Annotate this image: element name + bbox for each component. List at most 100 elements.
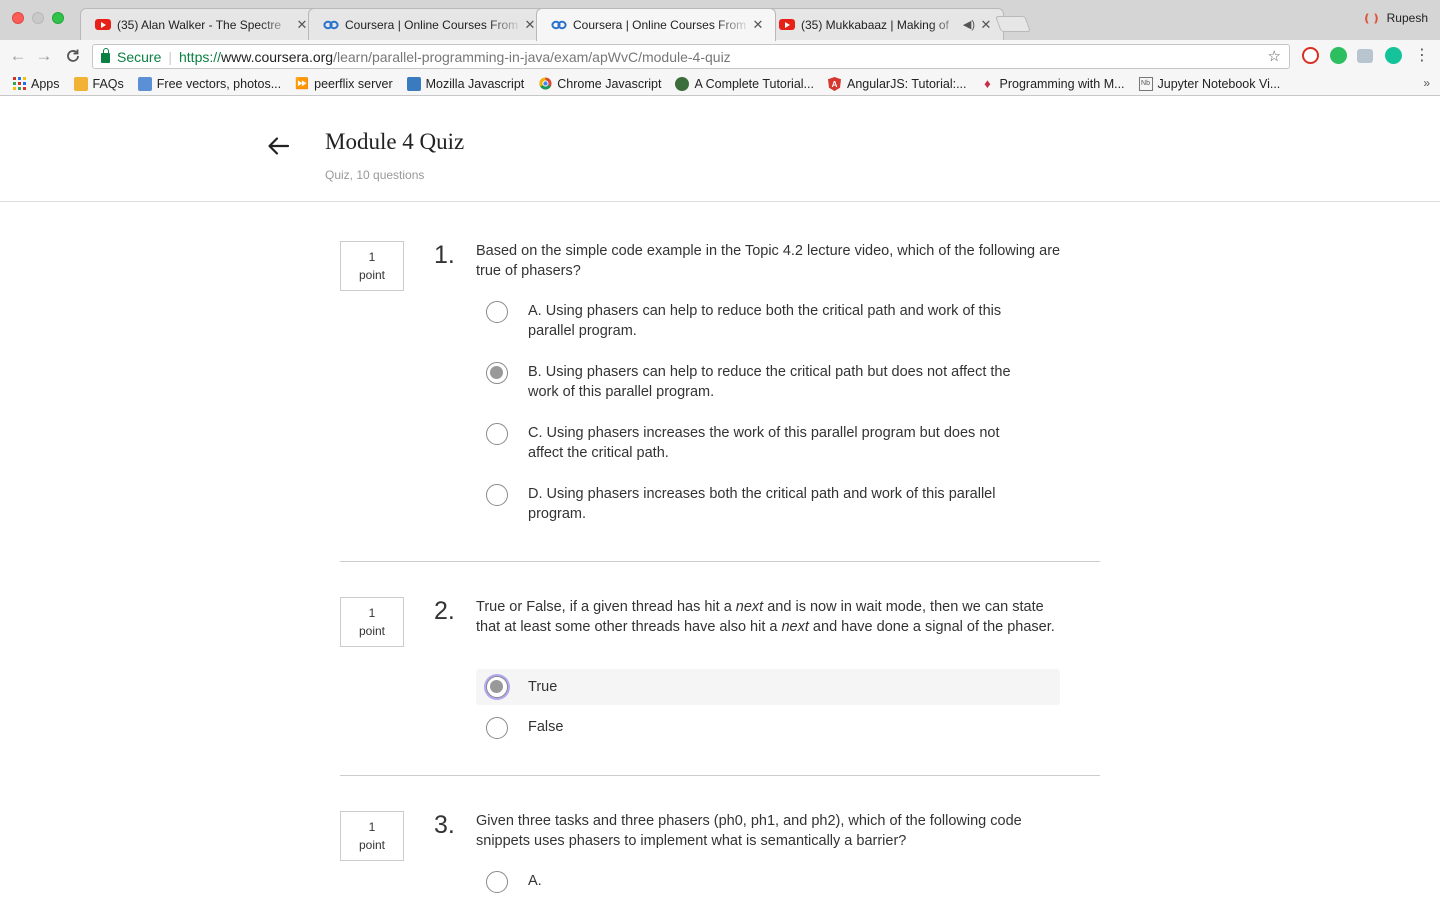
coursera-icon (323, 17, 339, 33)
url-scheme: https:// (179, 48, 222, 65)
lock-icon (101, 47, 110, 63)
forward-icon[interactable]: → (34, 46, 54, 66)
radio-button[interactable] (486, 871, 508, 893)
bookmark-label: FAQs (92, 76, 124, 91)
speaker-icon[interactable]: ◀) (963, 18, 975, 31)
tab-close-icon[interactable]: ✕ (523, 17, 537, 33)
globe-icon (675, 76, 690, 91)
youtube-icon (779, 17, 795, 33)
bookmark-peerflix[interactable]: ⏩ peerflix server (295, 76, 393, 91)
tab-close-icon[interactable]: ✕ (751, 17, 765, 33)
browser-tab[interactable]: (35) Mukkabaaz | Making of ◀) ✕ (764, 8, 1004, 40)
radio-button[interactable] (486, 423, 508, 445)
angular-icon: A (828, 76, 842, 91)
url-path: /learn/parallel-programming-in-java/exam… (333, 48, 731, 65)
browser-tab-active[interactable]: Coursera | Online Courses From ✕ (536, 8, 776, 41)
question-text: Given three tasks and three phasers (ph0… (476, 813, 1022, 849)
extension-icon[interactable] (1302, 47, 1319, 64)
question-text-part: True or False, if a given thread has hit… (476, 599, 736, 615)
url-host: www.coursera.org (221, 48, 334, 65)
browser-tab[interactable]: Coursera | Online Courses From ✕ (308, 8, 548, 40)
points-unit: point (358, 838, 386, 852)
bookmark-programming-with[interactable]: ♦ Programming with M... (981, 76, 1125, 91)
grammarly-icon[interactable] (1385, 47, 1402, 64)
radio-button-checked[interactable] (486, 676, 508, 698)
tab-title: (35) Alan Walker - The Spectre (117, 17, 282, 32)
points-value: 1 (368, 250, 376, 264)
address-bar[interactable]: Secure | https://www.coursera.org/learn/… (92, 44, 1290, 69)
points-unit: point (358, 624, 386, 638)
apps-grid-icon (12, 77, 26, 91)
window-zoom-button[interactable] (52, 12, 64, 24)
page-subtitle: Quiz, 10 questions (325, 168, 425, 182)
bookmark-label: peerflix server (314, 76, 393, 91)
question-2: 1 point 2. True or False, if a given thr… (340, 597, 1100, 757)
bookmark-label: Mozilla Javascript (425, 76, 525, 91)
question-text: Based on the simple code example in the … (476, 243, 1061, 279)
option-label: A. Using phasers can help to reduce both… (528, 303, 1002, 339)
answer-option-false[interactable]: False (476, 717, 1060, 739)
bookmark-jupyter[interactable]: Nb Jupyter Notebook Vi... (1138, 76, 1280, 91)
box-icon (73, 76, 88, 91)
page-title: Module 4 Quiz (325, 129, 465, 154)
satellite-icon[interactable] (1357, 49, 1373, 63)
tab-title: Coursera | Online Courses From (573, 18, 747, 32)
back-arrow-icon[interactable] (266, 133, 292, 159)
profile-button[interactable]: ❪❫ Rupesh (1362, 11, 1428, 25)
answer-option-d[interactable]: D. Using phasers increases both the crit… (476, 484, 1060, 524)
bookmark-chrome-javascript[interactable]: Chrome Javascript (538, 77, 661, 91)
question-1: 1 point 1. Based on the simple code exam… (340, 241, 1100, 541)
bookmark-complete-tutorial[interactable]: A Complete Tutorial... (675, 76, 814, 91)
bookmark-label: AngularJS: Tutorial:... (846, 76, 967, 91)
answer-option-c[interactable]: C. Using phasers increases the work of t… (476, 423, 1060, 463)
points-box: 1 point (340, 597, 404, 647)
tab-close-icon[interactable]: ✕ (295, 17, 309, 33)
radio-button[interactable] (486, 484, 508, 506)
option-label: D. Using phasers increases both the crit… (528, 486, 996, 522)
answer-option-b[interactable]: B. Using phasers can help to reduce the … (476, 362, 1060, 402)
tab-close-icon[interactable]: ✕ (979, 17, 993, 33)
bookmark-label: A Complete Tutorial... (694, 76, 814, 91)
answer-option-a[interactable]: A. Using phasers can help to reduce both… (476, 301, 1060, 341)
question-divider (340, 775, 1100, 776)
radio-button-checked[interactable] (486, 362, 508, 384)
evernote-icon[interactable] (1330, 47, 1347, 64)
quiz-header: Module 4 Quiz Quiz, 10 questions (0, 97, 1440, 202)
new-tab-button[interactable] (995, 16, 1031, 32)
bookmark-star-icon[interactable]: ☆ (1268, 47, 1281, 65)
question-text-emphasis: next (735, 599, 764, 615)
secure-label: Secure (117, 48, 162, 65)
gem-icon: ♦ (984, 76, 991, 91)
bookmark-apps[interactable]: Apps (12, 77, 60, 91)
browser-tab[interactable]: (35) Alan Walker - The Spectre ✕ (80, 8, 320, 40)
radio-button[interactable] (486, 301, 508, 323)
bookmark-faqs[interactable]: FAQs (73, 76, 124, 91)
bookmark-label: Apps (31, 76, 60, 91)
mozilla-icon (406, 76, 421, 91)
bookmark-angularjs[interactable]: A AngularJS: Tutorial:... (828, 76, 967, 91)
window-minimize-button[interactable] (32, 12, 44, 24)
answer-option-a[interactable]: A. (476, 871, 1060, 893)
points-box: 1 point (340, 241, 404, 291)
question-text-part: and have done a signal of the phaser. (808, 619, 1055, 635)
question-text: True or False, if a given thread has hit… (476, 597, 1066, 637)
answer-option-true[interactable]: True (476, 669, 1060, 705)
bookmark-label: Chrome Javascript (557, 76, 662, 91)
question-text-emphasis: next (781, 619, 809, 635)
reload-icon[interactable] (63, 46, 83, 66)
bookmark-label: Free vectors, photos... (156, 76, 282, 91)
coursera-icon (551, 17, 567, 33)
window-close-button[interactable] (12, 12, 24, 24)
bookmark-label: Programming with M... (999, 76, 1125, 91)
radio-button[interactable] (486, 717, 508, 739)
bookmarks-overflow-icon[interactable]: » (1423, 76, 1430, 90)
points-unit: point (358, 268, 386, 282)
fast-forward-icon: ⏩ (295, 78, 309, 90)
notebook-icon: Nb (1138, 76, 1153, 91)
tab-title: Coursera | Online Courses From (345, 17, 519, 32)
browser-toolbar: ← → Secure | https://www.coursera.org/le… (0, 40, 1440, 72)
menu-kebab-icon[interactable]: ⋮ (1412, 46, 1432, 66)
bookmark-mozilla-javascript[interactable]: Mozilla Javascript (406, 76, 525, 91)
bookmark-free-vectors[interactable]: Free vectors, photos... (137, 76, 282, 91)
back-icon[interactable]: ← (8, 46, 28, 66)
